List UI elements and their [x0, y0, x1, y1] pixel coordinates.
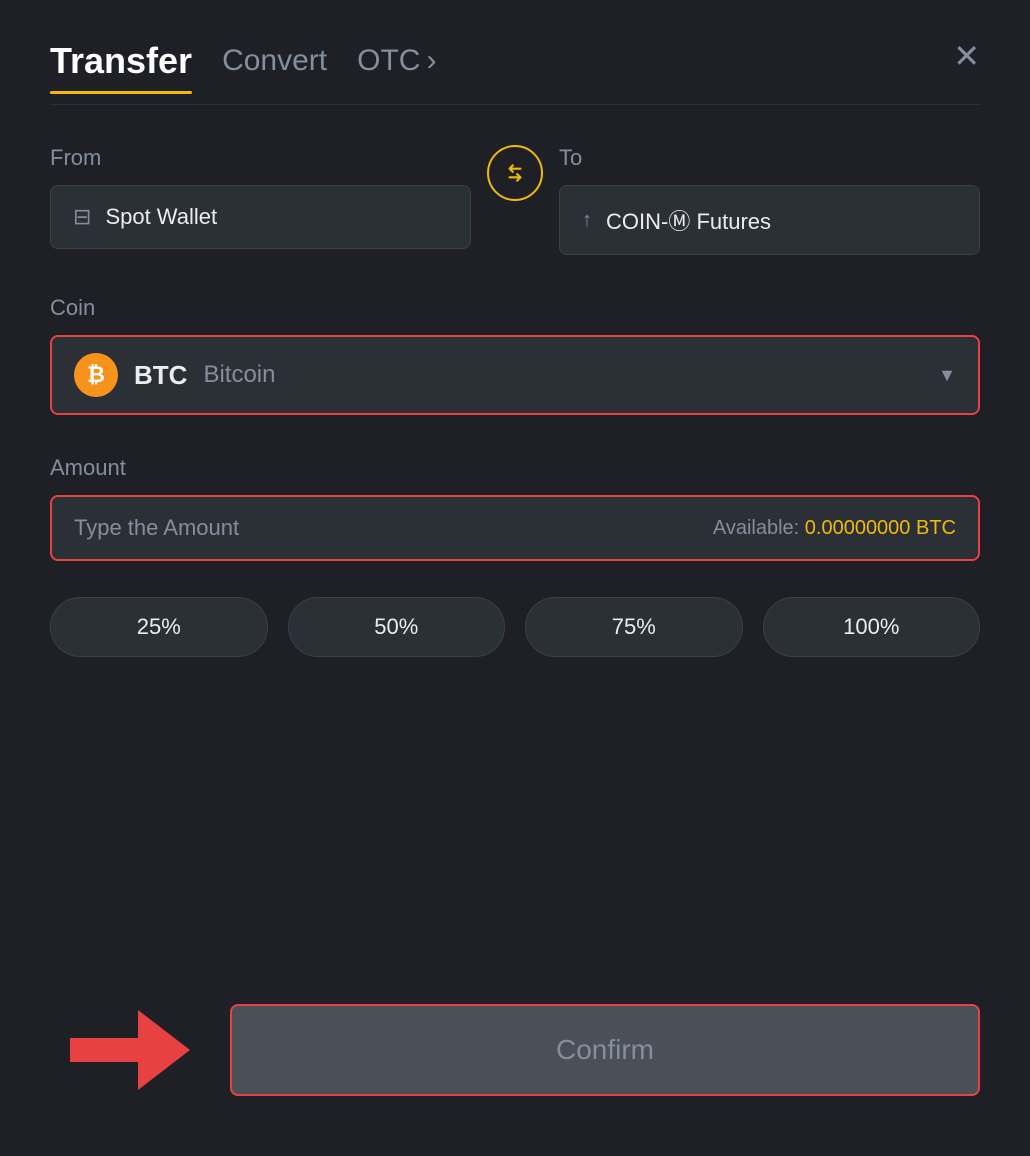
pct-100-button[interactable]: 100% [763, 597, 981, 657]
coin-section: Coin ₿ BTC Bitcoin ▼ [50, 295, 980, 415]
to-wallet-selector[interactable]: ↑ COIN-Ⓜ Futures [559, 185, 980, 255]
percentage-buttons: 25% 50% 75% 100% [50, 597, 980, 657]
transfer-modal: Transfer Convert OTC › ✕ From ⊟ Spot Wal… [0, 0, 1030, 1156]
modal-header: Transfer Convert OTC › ✕ [50, 40, 980, 94]
confirm-button[interactable]: Confirm [230, 1004, 980, 1096]
swap-button[interactable] [487, 145, 543, 201]
to-column: To ↑ COIN-Ⓜ Futures [559, 145, 980, 255]
amount-input[interactable] [74, 515, 713, 541]
from-wallet-name: Spot Wallet [105, 204, 217, 230]
bottom-section: Confirm [50, 1004, 980, 1096]
pct-50-button[interactable]: 50% [288, 597, 506, 657]
tab-transfer[interactable]: Transfer [50, 40, 192, 94]
header-divider [50, 104, 980, 105]
from-wallet-selector[interactable]: ⊟ Spot Wallet [50, 185, 471, 249]
available-text: Available: 0.00000000 BTC [713, 517, 956, 540]
coin-selector[interactable]: ₿ BTC Bitcoin ▼ [50, 335, 980, 415]
swap-container [471, 145, 559, 205]
arrow-right-icon [70, 1010, 190, 1090]
coin-full-name: Bitcoin [203, 361, 275, 389]
close-button[interactable]: ✕ [953, 40, 980, 72]
arrow-container [50, 1010, 190, 1090]
swap-icon [502, 160, 528, 186]
amount-box: Available: 0.00000000 BTC [50, 495, 980, 561]
tab-otc[interactable]: OTC › [357, 44, 436, 90]
amount-label: Amount [50, 455, 980, 481]
coin-label: Coin [50, 295, 980, 321]
btc-icon: ₿ [74, 353, 118, 397]
from-to-section: From ⊟ Spot Wallet To ↑ COIN-Ⓜ Futures [50, 145, 980, 255]
chevron-down-icon: ▼ [938, 365, 956, 386]
from-label: From [50, 145, 471, 171]
wallet-icon: ⊟ [73, 204, 91, 230]
amount-section: Amount Available: 0.00000000 BTC [50, 455, 980, 561]
pct-75-button[interactable]: 75% [525, 597, 743, 657]
coin-symbol: BTC [134, 360, 187, 391]
pct-25-button[interactable]: 25% [50, 597, 268, 657]
from-column: From ⊟ Spot Wallet [50, 145, 471, 249]
to-label: To [559, 145, 980, 171]
to-wallet-name: COIN-Ⓜ Futures [606, 204, 771, 236]
available-value: 0.00000000 BTC [805, 517, 956, 539]
futures-icon: ↑ [582, 209, 592, 232]
tab-convert[interactable]: Convert [222, 44, 327, 90]
